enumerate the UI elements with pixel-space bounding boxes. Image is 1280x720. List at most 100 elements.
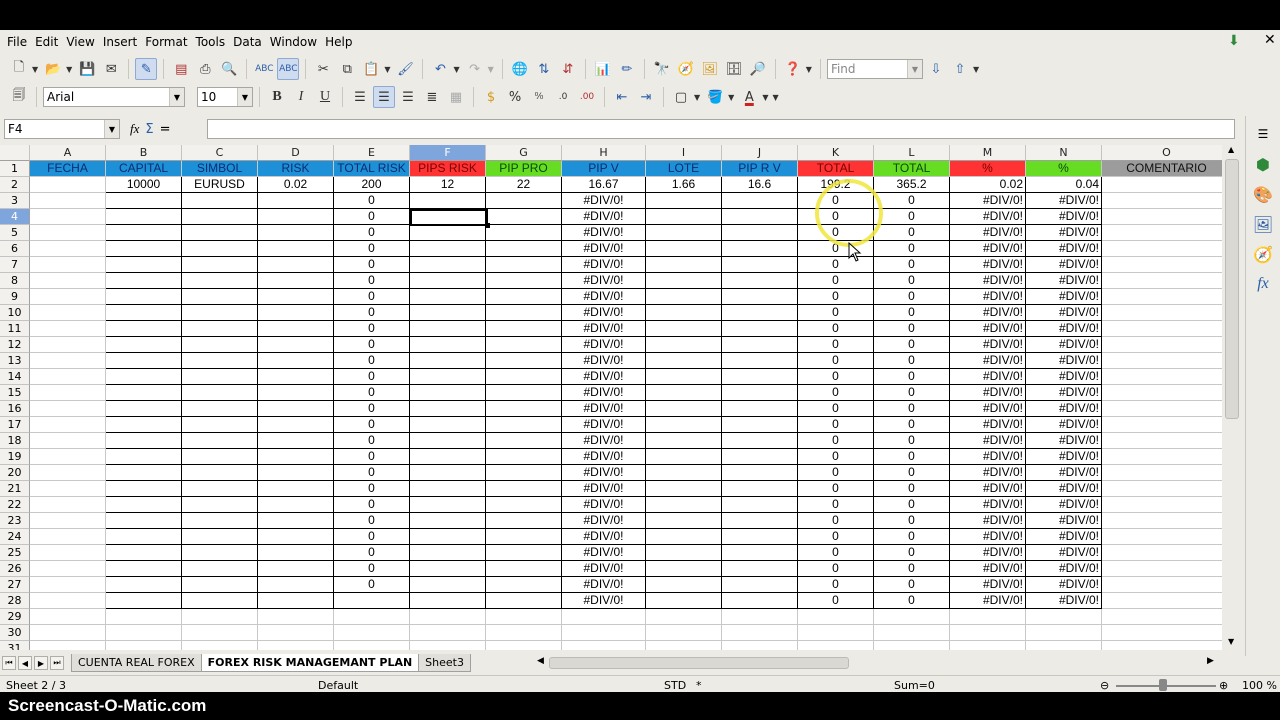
cell-c23[interactable] [182,513,258,529]
cell-h27[interactable]: #DIV/0! [562,577,646,593]
cell-f7[interactable] [410,257,486,273]
cell-o9[interactable] [1102,289,1222,305]
row-header[interactable]: 3 [0,193,30,209]
cell-l15[interactable]: 0 [874,385,950,401]
gallery-sidebar-icon[interactable]: 🖼 [1251,212,1275,236]
row-header[interactable]: 29 [0,609,30,625]
font-color-icon[interactable]: A [738,86,760,108]
cell-l20[interactable]: 0 [874,465,950,481]
standard-format-icon[interactable]: ⁰⁄₀ [528,86,550,108]
row-header[interactable]: 5 [0,225,30,241]
cell-k8[interactable]: 0 [798,273,874,289]
draw-functions-icon[interactable]: ✏ [616,58,638,80]
cell-e29[interactable] [334,609,410,625]
cell-k20[interactable]: 0 [798,465,874,481]
cell-i12[interactable] [646,337,722,353]
print-icon[interactable]: ⎙ [194,58,216,80]
cell-b8[interactable] [106,273,182,289]
cell-g6[interactable] [486,241,562,257]
cell-j9[interactable] [722,289,798,305]
cell-l30[interactable] [874,625,950,641]
paste-dropdown-icon[interactable]: ▼ [384,65,390,74]
cell-f11[interactable] [410,321,486,337]
cell-h1[interactable]: PIP V [562,161,646,177]
cell-o28[interactable] [1102,593,1222,609]
cell-l31[interactable] [874,641,950,650]
cell-o12[interactable] [1102,337,1222,353]
underline-button[interactable]: U [314,86,336,108]
last-sheet-icon[interactable]: ⏭ [50,656,64,670]
cell-h3[interactable]: #DIV/0! [562,193,646,209]
cell-i5[interactable] [646,225,722,241]
cell-d2[interactable]: 0.02 [258,177,334,193]
cell-n15[interactable]: #DIV/0! [1026,385,1102,401]
cell-i1[interactable]: LOTE [646,161,722,177]
cell-l12[interactable]: 0 [874,337,950,353]
cell-i28[interactable] [646,593,722,609]
scroll-up-icon[interactable]: ▲ [1228,145,1234,154]
font-size-dropdown-icon[interactable]: ▼ [237,88,252,106]
print-preview-icon[interactable]: 🔍 [218,58,240,80]
cell-j24[interactable] [722,529,798,545]
cell-h15[interactable]: #DIV/0! [562,385,646,401]
navigator-sidebar-icon[interactable]: 🧭 [1251,242,1275,266]
currency-format-icon[interactable]: $ [480,86,502,108]
export-pdf-icon[interactable]: ▤ [170,58,192,80]
cell-k18[interactable]: 0 [798,433,874,449]
cell-g29[interactable] [486,609,562,625]
cell-l6[interactable]: 0 [874,241,950,257]
cell-h31[interactable] [562,641,646,650]
cell-b9[interactable] [106,289,182,305]
cell-h18[interactable]: #DIV/0! [562,433,646,449]
cell-o13[interactable] [1102,353,1222,369]
find-dropdown-icon[interactable]: ▼ [906,60,922,78]
properties-icon[interactable]: ⬢ [1251,152,1275,176]
cell-a11[interactable] [30,321,106,337]
cell-h24[interactable]: #DIV/0! [562,529,646,545]
cell-j14[interactable] [722,369,798,385]
column-header-o[interactable]: O [1102,145,1222,161]
cell-a6[interactable] [30,241,106,257]
scroll-right-icon[interactable]: ▶ [1207,656,1214,666]
cell-g12[interactable] [486,337,562,353]
cell-n6[interactable]: #DIV/0! [1026,241,1102,257]
cell-e3[interactable]: 0 [334,193,410,209]
column-header-l[interactable]: L [874,145,950,161]
cell-c11[interactable] [182,321,258,337]
cell-n26[interactable]: #DIV/0! [1026,561,1102,577]
cell-k25[interactable]: 0 [798,545,874,561]
cell-c5[interactable] [182,225,258,241]
cell-g5[interactable] [486,225,562,241]
cell-o23[interactable] [1102,513,1222,529]
cell-c7[interactable] [182,257,258,273]
cell-n5[interactable]: #DIV/0! [1026,225,1102,241]
cell-i18[interactable] [646,433,722,449]
cell-m9[interactable]: #DIV/0! [950,289,1026,305]
cell-e17[interactable]: 0 [334,417,410,433]
cell-l13[interactable]: 0 [874,353,950,369]
cell-h29[interactable] [562,609,646,625]
formula-icon[interactable]: = [160,122,171,137]
cell-a13[interactable] [30,353,106,369]
cell-b28[interactable] [106,593,182,609]
cell-l8[interactable]: 0 [874,273,950,289]
row-header[interactable]: 24 [0,529,30,545]
cell-e4[interactable]: 0 [334,209,410,225]
cell-m5[interactable]: #DIV/0! [950,225,1026,241]
zoom-out-icon[interactable]: ⊖ [1100,679,1109,692]
formula-input[interactable] [207,119,1235,139]
selection-mode[interactable]: STD [664,679,686,692]
cell-e18[interactable]: 0 [334,433,410,449]
cell-g13[interactable] [486,353,562,369]
cell-d18[interactable] [258,433,334,449]
cell-o22[interactable] [1102,497,1222,513]
column-header-g[interactable]: G [486,145,562,161]
cell-j21[interactable] [722,481,798,497]
cell-m6[interactable]: #DIV/0! [950,241,1026,257]
find-next-icon[interactable]: ⇩ [925,58,947,80]
cell-b26[interactable] [106,561,182,577]
cell-d14[interactable] [258,369,334,385]
cell-f3[interactable] [410,193,486,209]
cell-m7[interactable]: #DIV/0! [950,257,1026,273]
cell-n23[interactable]: #DIV/0! [1026,513,1102,529]
